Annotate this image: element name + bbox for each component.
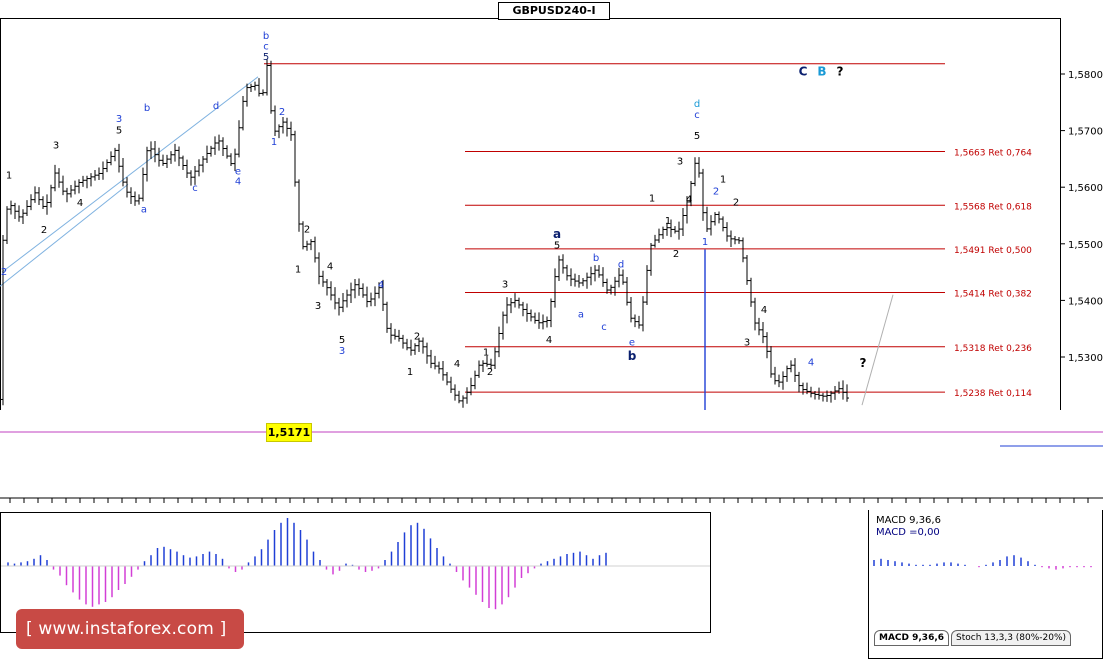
wave-label: 3 <box>502 279 508 290</box>
wave-label: a <box>553 227 561 241</box>
macd-right-histogram <box>873 555 1092 570</box>
wave-label: 4 <box>546 335 552 346</box>
wave-label: 2 <box>279 107 285 118</box>
wave-label: b <box>144 103 150 114</box>
wave-label: 1 <box>665 216 671 227</box>
wave-label: 1 <box>271 137 277 148</box>
wave-label: 2 <box>304 224 310 235</box>
wave-label: e <box>629 338 635 349</box>
y-axis-tick-label: 1,5800 <box>1068 70 1103 81</box>
fib-level-label: 1,5318 Ret 0,236 <box>954 344 1032 354</box>
chart-canvas[interactable]: 1,5800 1,5700 1,5600 1,5500 1,5400 1,5300 1,56… <box>0 0 1103 660</box>
wave-label: c <box>694 110 700 121</box>
wave-label: b <box>263 31 269 42</box>
wave-label: 4 <box>686 194 692 205</box>
wave-label: d <box>618 260 624 271</box>
wave-label: 1 <box>720 175 726 186</box>
main-panel-frame <box>0 18 1061 411</box>
wave-label: 4 <box>761 305 767 316</box>
trend-channel-line <box>1 76 259 273</box>
tab-macd[interactable]: MACD 9,36,6 <box>874 630 950 646</box>
wave-label: 2 <box>487 367 493 378</box>
wave-label: 2 <box>733 197 739 208</box>
fib-level-label: 1,5491 Ret 0,500 <box>954 246 1032 256</box>
wave-label: 3 <box>315 301 321 312</box>
y-axis-tick-label: 1,5500 <box>1068 240 1103 251</box>
wave-label: 5 <box>116 125 122 136</box>
fib-level-label: 1,5568 Ret 0,618 <box>954 202 1032 212</box>
wave-label: c <box>192 183 198 194</box>
wave-label: 4 <box>454 359 460 370</box>
projection-line <box>861 294 894 406</box>
macd-params-label: MACD 9,36,6 <box>876 515 941 526</box>
watermark-banner[interactable]: [ www.instaforex.com ] <box>16 609 244 649</box>
wave-label: 3 <box>677 157 683 168</box>
wave-label: 2 <box>414 331 420 342</box>
wave-label: 3 <box>744 338 750 349</box>
wave-label: 5 <box>694 131 700 142</box>
wave-label: C <box>799 65 808 79</box>
wave-label: a <box>141 205 147 216</box>
wave-label: 5 <box>339 335 345 346</box>
wave-label: 4 <box>235 176 241 187</box>
wave-label: 1 <box>407 367 413 378</box>
wave-label: a <box>578 309 584 320</box>
wave-label: ? <box>860 356 867 370</box>
wave-label: 4 <box>378 280 384 291</box>
tab-stoch[interactable]: Stoch 13,3,3 (80%-20%) <box>951 630 1072 646</box>
wave-label: 1 <box>6 171 12 182</box>
wave-label: b <box>628 349 637 363</box>
wave-label: B <box>817 65 826 79</box>
wave-label: 2 <box>673 249 679 260</box>
wave-label: 3 <box>53 141 59 152</box>
y-axis-tick-label: 1,5400 <box>1068 296 1103 307</box>
wave-label: 5 <box>554 240 560 251</box>
macd-value-label: MACD =0,00 <box>876 527 940 538</box>
chart-window: 1,5800 1,5700 1,5600 1,5500 1,5400 1,5300 1,56… <box>0 0 1103 660</box>
wave-label: 4 <box>327 261 333 272</box>
macd-histogram <box>7 518 607 610</box>
wave-label: d <box>694 99 700 110</box>
panel-gap <box>0 410 1103 510</box>
chart-title: GBPUSD240-I <box>498 2 610 20</box>
y-axis-tick-label: 1,5600 <box>1068 183 1103 194</box>
wave-label: 4 <box>77 198 83 209</box>
ohlc-bars <box>1 59 849 408</box>
wave-label: 4 <box>808 357 814 368</box>
wave-label: b <box>593 253 599 264</box>
wave-label: 2 <box>1 267 7 278</box>
trend-channel-line <box>0 183 129 287</box>
wave-label: 1 <box>702 237 708 248</box>
fib-level-label: 1,5238 Ret 0,114 <box>954 389 1032 399</box>
indicator-tabs: MACD 9,36,6 Stoch 13,3,3 (80%-20%) <box>874 630 1072 646</box>
wave-label: 5 <box>263 52 269 63</box>
wave-label: 3 <box>339 346 345 357</box>
wave-label: 3 <box>116 114 122 125</box>
y-axis-tick-label: 1,5300 <box>1068 353 1103 364</box>
fib-level-label: 1,5663 Ret 0,764 <box>954 149 1032 159</box>
wave-label: c <box>601 322 607 333</box>
wave-label: 1 <box>649 193 655 204</box>
y-axis-tick-label: 1,5700 <box>1068 127 1103 138</box>
last-price-tag: 1,5171 <box>266 423 312 442</box>
wave-label: ? <box>837 65 844 79</box>
wave-label: 1 <box>295 265 301 276</box>
wave-label: 2 <box>41 225 47 236</box>
wave-label: 2 <box>713 187 719 198</box>
wave-label: 1 <box>483 347 489 358</box>
wave-label: d <box>213 101 219 112</box>
fib-level-label: 1,5414 Ret 0,382 <box>954 289 1032 299</box>
